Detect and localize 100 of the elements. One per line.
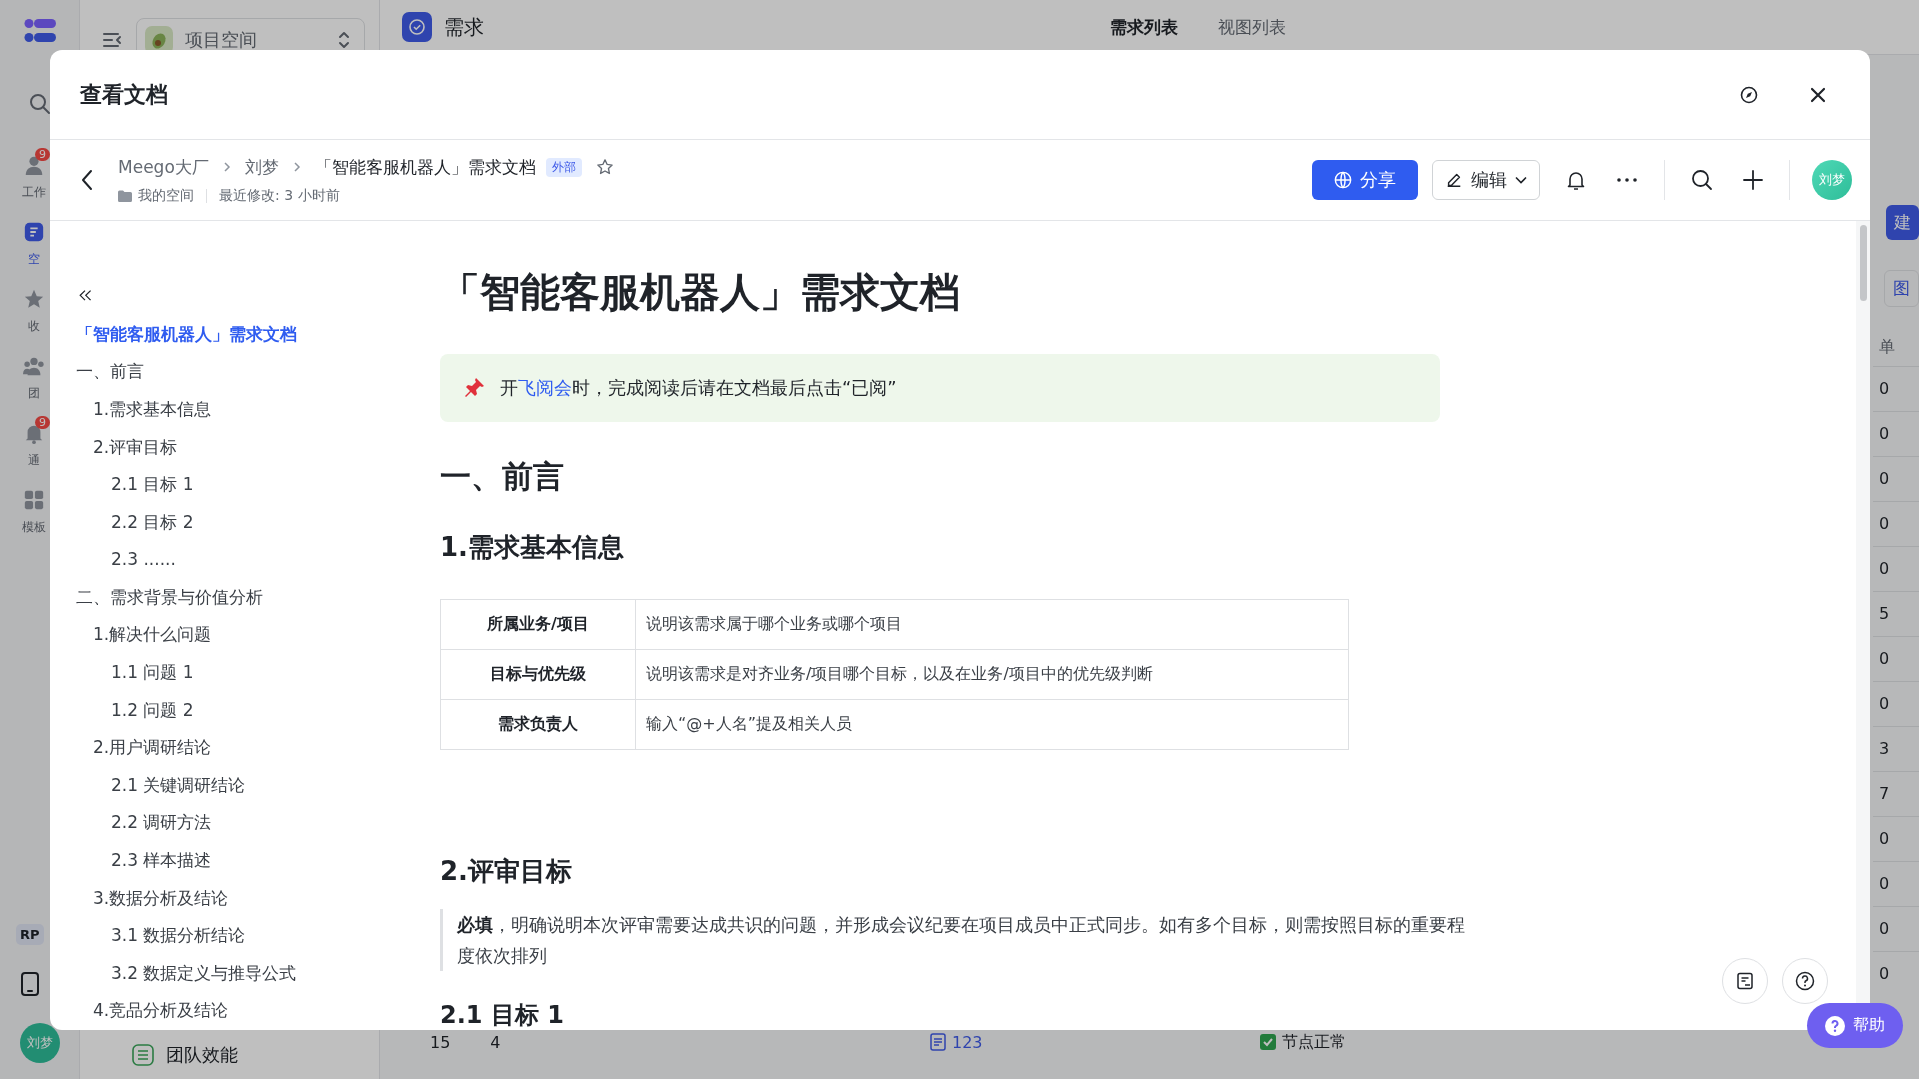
page-title: 需求	[444, 13, 484, 41]
outline-item[interactable]: 2.2 目标 2	[76, 503, 440, 542]
table-cell: 0	[1873, 861, 1919, 906]
logo-icon	[24, 18, 58, 44]
table-cell: 4	[490, 1032, 501, 1052]
sidebar-item[interactable]: 团队效能	[102, 1043, 365, 1079]
table-cell: 说明该需求属于哪个业务或哪个项目	[636, 600, 1349, 650]
table-cell: 0	[1873, 951, 1919, 996]
outline-item[interactable]: 2.2 调研方法	[76, 804, 440, 843]
caret-icon	[1515, 176, 1527, 184]
folder-icon	[118, 189, 132, 202]
list-icon	[132, 1044, 154, 1066]
outline-item[interactable]: 2.1 关键调研结论	[76, 766, 440, 805]
bell-icon[interactable]	[1566, 169, 1586, 191]
rail-item[interactable]: 9 通	[0, 414, 68, 469]
scrollbar-thumb[interactable]	[1859, 225, 1867, 301]
globe-icon	[1334, 171, 1352, 189]
table-cell: 0	[1873, 546, 1919, 591]
more-icon[interactable]	[1616, 177, 1638, 183]
plus-icon[interactable]	[1743, 170, 1763, 190]
outline-item[interactable]: 二、需求背景与价值分析	[76, 578, 440, 617]
document-icon	[1736, 972, 1754, 990]
breadcrumb-link[interactable]: 「智能客服机器人」需求文档	[314, 155, 536, 179]
outline-item[interactable]: 1.解决什么问题	[76, 616, 440, 655]
status-text: 节点正常	[1282, 1031, 1346, 1053]
outline-item[interactable]: 一、前言	[76, 353, 440, 391]
callout-text: 开飞阅会时，完成阅读后请在文档最后点击“已阅”	[500, 376, 897, 400]
link[interactable]: 123	[952, 1032, 983, 1052]
search-icon[interactable]	[28, 92, 52, 116]
link[interactable]: 飞阅会	[518, 377, 572, 398]
document-title: 「智能客服机器人」需求文档	[440, 268, 961, 317]
help-icon	[1795, 971, 1815, 991]
tab[interactable]: 需求列表	[1110, 15, 1178, 39]
collapse-sidebar-icon[interactable]	[102, 31, 122, 49]
table-cell: 0	[1873, 411, 1919, 456]
outline-item[interactable]: 「智能客服机器人」需求文档	[76, 315, 440, 354]
star-icon[interactable]	[595, 158, 614, 176]
outline-item[interactable]: 2.评审目标	[76, 428, 440, 467]
outline-item[interactable]: 2.用户调研结论	[76, 729, 440, 767]
table-cell: 15	[430, 1032, 451, 1052]
rail-item[interactable]: 团	[0, 347, 68, 402]
table-cell: 目标与优先级	[441, 650, 636, 700]
location-link[interactable]: 我的空间	[138, 186, 194, 205]
tab[interactable]: 视图列表	[1218, 15, 1286, 39]
column-header: 单	[1878, 337, 1896, 358]
breadcrumb-link[interactable]: 刘梦	[244, 155, 279, 179]
table-cell: 0	[1873, 501, 1919, 546]
document-icon	[930, 1033, 946, 1051]
star-icon	[23, 288, 45, 310]
table-cell: 7	[1873, 771, 1919, 816]
outline-item[interactable]: 4.竞品分析及结论	[76, 992, 440, 1030]
table-cell: 0	[1873, 456, 1919, 501]
dialog-title: 查看文档	[80, 80, 168, 109]
close-icon[interactable]	[1810, 86, 1826, 103]
outline-item[interactable]: 1.需求基本信息	[76, 390, 440, 429]
button[interactable]	[1782, 958, 1828, 1004]
button[interactable]	[1722, 958, 1768, 1004]
rail-item[interactable]: 9 工作	[0, 146, 68, 201]
outline-item[interactable]: 3.1 数据分析结论	[76, 917, 440, 955]
table-cell: 0	[1873, 906, 1919, 951]
section-heading: 2.1 目标 1	[440, 1000, 564, 1030]
table-cell: 3	[1873, 726, 1919, 771]
section-heading: 1.需求基本信息	[440, 531, 625, 564]
search-icon[interactable]	[1691, 169, 1713, 191]
chevron-right-icon	[292, 161, 301, 173]
compass-icon[interactable]	[1740, 85, 1758, 104]
button[interactable]: 建	[1886, 205, 1919, 240]
outline-item[interactable]: 3.2 数据定义与推导公式	[76, 954, 440, 993]
phone-icon	[20, 971, 40, 997]
outline-item[interactable]: 1.1 问题 1	[76, 654, 440, 692]
table-cell: 0	[1873, 681, 1919, 726]
checkbox-icon	[1260, 1034, 1276, 1050]
chevron-right-icon	[222, 161, 231, 173]
outline-item[interactable]: 2.1 目标 1	[76, 466, 440, 504]
section-heading: 一、前言	[440, 457, 565, 496]
outline-item[interactable]: 2.3 ......	[76, 541, 440, 579]
rail-item[interactable]: 模板	[0, 481, 68, 536]
share-button[interactable]: 分享	[1312, 160, 1418, 200]
notification-badge: 9	[35, 148, 50, 161]
rail-item[interactable]: 空	[0, 213, 68, 268]
space-icon	[23, 221, 45, 243]
table-cell: 5	[1873, 591, 1919, 636]
edit-button[interactable]: 编辑	[1432, 160, 1540, 200]
section-heading: 2.评审目标	[440, 855, 573, 888]
help-button[interactable]: 帮助	[1807, 1003, 1903, 1048]
outline-item[interactable]: 1.2 问题 2	[76, 691, 440, 730]
back-icon[interactable]	[80, 169, 94, 191]
quote-text: 必填，明确说明本次评审需要达成共识的问题，并形成会议纪要在项目成员中正式同步。如有多个目标，则需按照目标的重要程度依次排列	[457, 913, 1466, 968]
outline-item[interactable]: 3.数据分析及结论	[76, 879, 440, 918]
button[interactable]: 图	[1884, 270, 1919, 307]
table-cell: 需求负责人	[441, 700, 636, 750]
workspace-chip[interactable]: RP	[16, 924, 44, 945]
outline-item[interactable]: 2.3 样本描述	[76, 842, 440, 880]
table-cell: 所属业务/项目	[441, 600, 636, 650]
table-cell: 0	[1873, 366, 1919, 411]
breadcrumb-link[interactable]: Meego大厂	[118, 155, 209, 179]
modified-time: 最近修改: 3 小时前	[219, 186, 340, 205]
collapse-outline-icon[interactable]	[76, 289, 94, 302]
table-cell: 输入“@+人名”提及相关人员	[636, 700, 1349, 750]
rail-item[interactable]: 收	[0, 280, 68, 335]
